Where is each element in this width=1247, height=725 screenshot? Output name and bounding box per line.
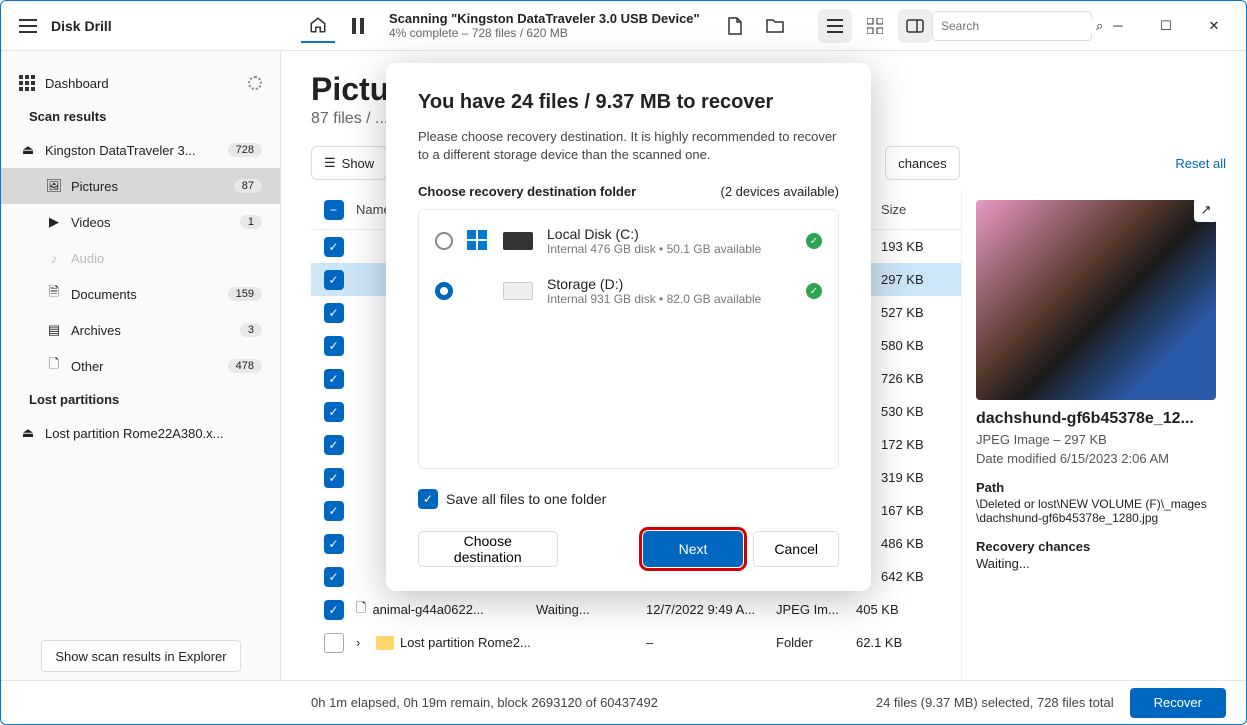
modal-title: You have 24 files / 9.37 MB to recover (418, 91, 839, 114)
menu-icon[interactable] (19, 19, 37, 33)
dest-sub: Internal 931 GB disk • 82.0 GB available (547, 292, 792, 306)
app-name: Disk Drill (51, 18, 112, 34)
disk-icon (503, 232, 533, 250)
folder-icon[interactable] (758, 9, 792, 43)
next-button[interactable]: Next (643, 531, 744, 567)
grid-view-button[interactable] (858, 9, 892, 43)
maximize-button[interactable]: ☐ (1144, 10, 1188, 42)
titlebar: Disk Drill Scanning "Kingston DataTravel… (1, 1, 1246, 51)
panel-view-button[interactable] (898, 9, 932, 43)
home-button[interactable] (301, 9, 335, 43)
minimize-button[interactable]: ─ (1096, 10, 1140, 42)
close-button[interactable]: ✕ (1192, 10, 1236, 42)
search-input[interactable] (941, 19, 1096, 33)
destination-option[interactable]: Local Disk (C:) Internal 476 GB disk • 5… (419, 216, 838, 266)
destination-list: Local Disk (C:) Internal 476 GB disk • 5… (418, 209, 839, 469)
disk-icon (503, 282, 533, 300)
windows-icon (467, 230, 489, 252)
recovery-modal: You have 24 files / 9.37 MB to recover P… (386, 63, 871, 591)
dest-name: Local Disk (C:) (547, 226, 792, 242)
modal-description: Please choose recovery destination. It i… (418, 128, 839, 164)
list-view-button[interactable] (818, 9, 852, 43)
save-all-checkbox[interactable]: Save all files to one folder (418, 489, 839, 509)
pause-button[interactable] (341, 9, 375, 43)
checkbox[interactable] (418, 489, 438, 509)
dest-name: Storage (D:) (547, 276, 792, 292)
modal-devices-count: (2 devices available) (720, 184, 839, 199)
destination-option[interactable]: Storage (D:) Internal 931 GB disk • 82.0… (419, 266, 838, 316)
modal-choose-label: Choose recovery destination folder (418, 184, 636, 199)
choose-destination-button[interactable]: Choose destination (418, 531, 558, 567)
check-icon: ✓ (806, 233, 822, 249)
cancel-button[interactable]: Cancel (753, 531, 839, 567)
dest-sub: Internal 476 GB disk • 50.1 GB available (547, 242, 792, 256)
radio-button[interactable] (435, 282, 453, 300)
check-icon: ✓ (806, 283, 822, 299)
scan-title: Scanning "Kingston DataTraveler 3.0 USB … (389, 11, 700, 26)
scan-progress: 4% complete – 728 files / 620 MB (389, 26, 700, 40)
search-box[interactable]: ⌕ (932, 11, 1092, 41)
radio-button[interactable] (435, 232, 453, 250)
file-icon[interactable] (718, 9, 752, 43)
